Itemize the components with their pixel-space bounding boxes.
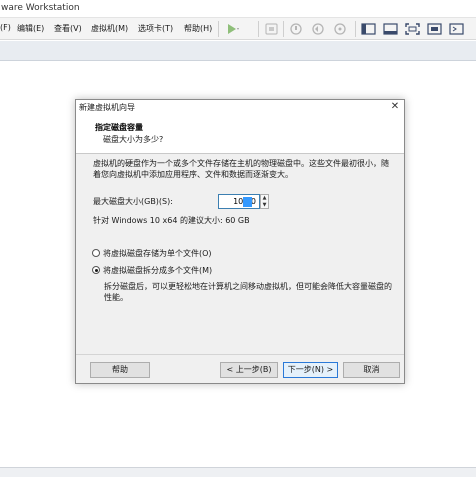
power-play-icon[interactable]	[224, 21, 241, 37]
wizard-header: 指定磁盘容量 磁盘大小为多少?	[76, 114, 404, 154]
disk-description: 虚拟机的硬盘作为一个或多个文件存储在主机的物理磁盘中。这些文件最初很小，随着您向…	[93, 159, 389, 179]
toolbar-separator	[355, 21, 356, 37]
menu-tabs[interactable]: 选项卡(T)	[138, 23, 173, 34]
send-keys-icon[interactable]	[263, 21, 280, 37]
next-button[interactable]: 下一步(N) >	[283, 362, 338, 378]
spin-up-icon[interactable]: ▲	[261, 195, 268, 201]
disk-size-input[interactable]	[218, 194, 260, 209]
app-title: ware Workstation	[1, 3, 80, 13]
radio-split-files-label: 将虚拟磁盘拆分成多个文件(M)	[103, 266, 213, 275]
disk-size-label: 最大磁盘大小(GB)(S):	[93, 197, 173, 206]
split-description: 拆分磁盘后，可以更轻松地在计算机之间移动虚拟机，但可能会降低大容量磁盘的性能。	[104, 282, 392, 302]
full-screen-icon[interactable]	[404, 21, 421, 37]
help-button[interactable]: 帮助	[90, 362, 150, 378]
menu-edit[interactable]: 编辑(E)	[17, 23, 44, 34]
wizard-step-subtitle: 磁盘大小为多少?	[103, 135, 164, 144]
new-vm-wizard-dialog: 新建虚拟机向导 ✕ 指定磁盘容量 磁盘大小为多少? 虚拟机的硬盘作为一个或多个文…	[75, 99, 405, 384]
unity-icon[interactable]	[426, 21, 443, 37]
tab-bar	[0, 41, 476, 61]
back-button[interactable]: < 上一步(B)	[220, 362, 278, 378]
radio-checked-icon[interactable]	[92, 266, 100, 274]
recommended-size-text: 针对 Windows 10 x64 的建议大小: 60 GB	[93, 216, 250, 225]
toolbar-separator	[258, 21, 259, 37]
menu-file[interactable]: (F)	[0, 23, 11, 32]
show-library-icon[interactable]	[360, 21, 377, 37]
menu-toolbar: (F) 编辑(E) 查看(V) 虚拟机(M) 选项卡(T) 帮助(H)	[0, 18, 476, 40]
snapshot-icon[interactable]	[288, 21, 305, 37]
disk-size-spinner[interactable]: ▲ ▼	[260, 194, 269, 209]
wizard-step-title: 指定磁盘容量	[95, 123, 143, 132]
dialog-title: 新建虚拟机向导	[79, 103, 135, 112]
close-icon[interactable]: ✕	[388, 100, 402, 114]
spin-down-icon[interactable]: ▼	[261, 202, 268, 208]
revert-snapshot-icon[interactable]	[310, 21, 327, 37]
console-view-icon[interactable]	[448, 21, 465, 37]
toolbar-separator	[283, 21, 284, 37]
toolbar-separator	[218, 21, 219, 37]
thumbnail-view-icon[interactable]	[382, 21, 399, 37]
menu-vm[interactable]: 虚拟机(M)	[91, 23, 128, 34]
snapshot-manager-icon[interactable]	[332, 21, 349, 37]
app-titlebar: ware Workstation	[0, 0, 476, 18]
dialog-footer-divider	[76, 354, 404, 355]
radio-single-file-label: 将虚拟磁盘存储为单个文件(O)	[103, 249, 212, 258]
cancel-button[interactable]: 取消	[343, 362, 400, 378]
radio-unchecked-icon[interactable]	[92, 249, 100, 257]
dialog-titlebar: 新建虚拟机向导 ✕	[76, 100, 404, 114]
menu-view[interactable]: 查看(V)	[54, 23, 82, 34]
menu-help[interactable]: 帮助(H)	[184, 23, 212, 34]
status-bar	[0, 467, 476, 477]
text-selection-highlight	[243, 197, 252, 207]
